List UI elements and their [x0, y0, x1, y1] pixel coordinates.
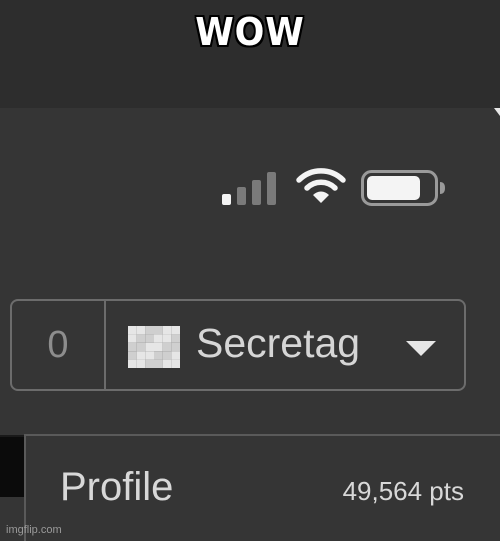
- avatar-pixel: [154, 342, 163, 352]
- checkered-avatar-icon: [128, 326, 180, 368]
- avatar-pixel: [145, 342, 154, 352]
- avatar-pixel: [128, 351, 137, 360]
- avatar-pixel: [145, 334, 154, 343]
- avatar-pixel: [136, 359, 146, 368]
- wifi-icon: [296, 168, 346, 203]
- app-screen: 0 Secretag Profile 49,564 pts: [0, 108, 500, 541]
- avatar-pixel: [128, 334, 137, 343]
- avatar-pixel: [136, 351, 146, 360]
- avatar-pixel: [145, 359, 154, 368]
- avatar-pixel: [136, 334, 146, 343]
- points-value: 49,564 pts: [342, 476, 464, 506]
- caption-band: WOW: [0, 0, 500, 108]
- avatar-pixel: [145, 326, 154, 335]
- avatar-pixel: [154, 326, 163, 335]
- avatar-pixel: [128, 342, 137, 352]
- cellular-signal-icon: [222, 172, 276, 205]
- dropdown-caret-icon[interactable]: [406, 341, 436, 356]
- signal-bar-4: [267, 172, 276, 205]
- corner-indicator-icon: [494, 108, 500, 116]
- tag-name: Secretag: [196, 320, 361, 366]
- signal-bar-2: [237, 187, 246, 205]
- avatar-pixel: [162, 342, 172, 352]
- avatar-pixel: [154, 351, 163, 360]
- avatar-pixel: [162, 359, 172, 368]
- avatar-pixel: [171, 342, 180, 352]
- avatar-pixel: [162, 351, 172, 360]
- avatar-pixel: [171, 334, 180, 343]
- profile-row[interactable]: Profile 49,564 pts: [24, 434, 500, 541]
- avatar-pixel: [136, 326, 146, 335]
- tag-count: 0: [12, 301, 106, 389]
- side-tab[interactable]: [0, 435, 24, 497]
- avatar-pixel: [154, 334, 163, 343]
- battery-level-fill: [367, 176, 420, 200]
- avatar-pixel: [171, 326, 180, 335]
- avatar-pixel: [154, 359, 163, 368]
- meme-caption: WOW: [195, 10, 305, 54]
- avatar-pixel: [128, 326, 137, 335]
- watermark: imgflip.com: [6, 524, 62, 536]
- profile-label: Profile: [60, 465, 174, 509]
- avatar-pixel: [145, 351, 154, 360]
- avatar-pixel: [136, 342, 146, 352]
- avatar-pixel: [171, 359, 180, 368]
- avatar-pixel: [171, 351, 180, 360]
- avatar-pixel: [162, 334, 172, 343]
- tag-selector[interactable]: 0 Secretag: [10, 299, 466, 391]
- signal-bar-1: [222, 194, 231, 205]
- avatar-pixel: [128, 359, 137, 368]
- battery-icon: [361, 170, 445, 206]
- signal-bar-3: [252, 180, 261, 205]
- avatar-pixel: [162, 326, 172, 335]
